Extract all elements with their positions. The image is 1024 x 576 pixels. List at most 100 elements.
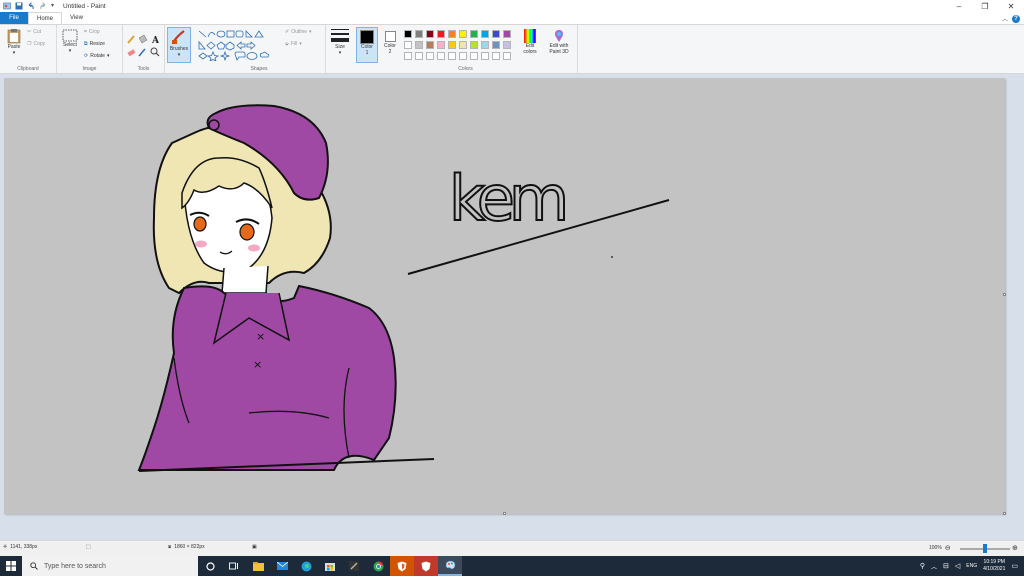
task-view-button[interactable] [222,556,246,576]
help-icon[interactable]: ? [1012,14,1020,23]
custom-color-slot[interactable] [437,52,445,60]
resize-handle-bottom[interactable] [503,512,506,515]
select-button[interactable]: Select ▾ [59,29,81,54]
color-swatch[interactable] [437,41,445,49]
save-icon[interactable] [15,2,23,10]
color-swatch[interactable] [404,30,412,38]
color-swatch[interactable] [492,41,500,49]
fill-label: Fill [290,41,298,47]
color-picker-icon[interactable] [138,48,146,57]
custom-color-slot[interactable] [470,52,478,60]
custom-color-slot[interactable] [492,52,500,60]
collapse-ribbon-icon[interactable]: ︿ [1002,14,1008,23]
brushes-button[interactable]: Brushes ▾ [167,27,191,63]
file-explorer-button[interactable] [246,556,270,576]
chrome-button[interactable] [366,556,390,576]
resize-handle-corner[interactable] [1003,512,1006,515]
mail-button[interactable] [270,556,294,576]
customize-quick-access-icon[interactable]: ▾ [51,2,59,10]
brave-button[interactable] [390,556,414,576]
color-swatch[interactable] [415,41,423,49]
clock[interactable]: 10:19 PM 4/10/2021 [983,559,1005,573]
zoom-in-button[interactable]: ⊕ [1012,544,1018,552]
tab-home[interactable]: Home [28,12,63,24]
quick-access-toolbar: ▾ [0,0,59,12]
eraser-icon[interactable] [127,49,136,57]
shield-icon [397,561,407,571]
custom-color-slot[interactable] [448,52,456,60]
size-group: Size ▾ [326,25,354,73]
custom-color-slot[interactable] [426,52,434,60]
color-swatch[interactable] [426,41,434,49]
resize-button[interactable]: ⧉ Resize [84,41,105,47]
color-swatch[interactable] [448,41,456,49]
minimize-button[interactable]: – [946,0,972,12]
custom-color-slot[interactable] [503,52,511,60]
color-swatch[interactable] [470,41,478,49]
custom-color-slot[interactable] [415,52,423,60]
fill-dropdown[interactable]: ⬙ Fill ▾ [285,41,302,47]
shield-icon [421,561,431,571]
edit-colors-button[interactable]: Edit colors [520,29,540,55]
size-button[interactable]: Size ▾ [329,28,351,56]
rotate-button[interactable]: ⟳ Rotate ▾ [84,53,109,59]
store-button[interactable] [318,556,342,576]
color-swatch[interactable] [437,30,445,38]
restore-button[interactable]: ❐ [972,0,998,12]
color-swatch[interactable] [503,30,511,38]
fill-bucket-icon[interactable] [138,34,148,44]
redo-icon[interactable] [39,2,47,10]
color2-button[interactable]: Color 2 [380,27,400,55]
tab-file[interactable]: File [0,12,28,24]
pencil-icon[interactable] [127,35,135,44]
color-swatch[interactable] [459,30,467,38]
show-hidden-icons[interactable]: ︿ [931,562,937,571]
outline-dropdown[interactable]: ✐ Outline ▾ [285,29,312,35]
color-swatch[interactable] [459,41,467,49]
custom-color-slot[interactable] [481,52,489,60]
image-group: Select ▾ ⌗ Crop ⧉ Resize ⟳ Rotate ▾ Image [57,25,123,73]
drawing-canvas[interactable]: × × kem [4,78,1006,515]
brave-button-2[interactable] [414,556,438,576]
undo-icon[interactable] [27,2,35,10]
resize-handle-right[interactable] [1003,293,1006,296]
color-swatch[interactable] [426,30,434,38]
edge-button[interactable] [294,556,318,576]
taskbar-search-box[interactable]: Type here to search [22,556,198,576]
shapes-gallery[interactable] [197,29,279,61]
network-icon[interactable]: ⊟ [943,562,949,570]
cut-button[interactable]: ✂ Cut [27,29,41,35]
volume-icon[interactable]: ◁ [955,562,960,570]
crop-button[interactable]: ⌗ Crop [84,29,100,35]
color-swatch[interactable] [448,30,456,38]
color-swatch[interactable] [481,30,489,38]
notifications-icon[interactable]: ▭ [1011,562,1018,570]
color-swatch[interactable] [503,41,511,49]
color-swatch[interactable] [415,30,423,38]
color1-button[interactable]: Color 1 [356,27,378,63]
zoom-out-button[interactable]: ⊖ [945,544,951,552]
app-button-dark[interactable] [342,556,366,576]
color-swatch[interactable] [492,30,500,38]
custom-color-slot[interactable] [404,52,412,60]
magnifier-icon[interactable] [150,47,160,57]
cortana-button[interactable] [198,556,222,576]
paste-button[interactable]: Paste ▾ [4,28,24,56]
text-icon[interactable]: A [151,36,160,46]
copy-button[interactable]: ❐ Copy [27,41,45,47]
resize-icon: ⧉ [84,41,88,47]
copy-label: Copy [33,41,46,47]
color-swatch[interactable] [404,41,412,49]
color-swatch[interactable] [481,41,489,49]
start-button[interactable] [0,556,22,576]
tab-view[interactable]: View [62,12,91,24]
paint-taskbar-button[interactable] [438,556,462,576]
color-swatch[interactable] [470,30,478,38]
people-icon[interactable]: ⚲ [920,562,925,570]
edit-with-paint3d-button[interactable]: Edit with Paint 3D [544,29,574,55]
custom-color-slot[interactable] [459,52,467,60]
zoom-slider-thumb[interactable] [983,544,987,553]
close-button[interactable]: ✕ [998,0,1024,12]
input-language[interactable]: ENG [966,563,977,569]
taskbar: Type here to search ⚲ ︿ ⊟ ◁ ENG 10:19 PM… [0,556,1024,576]
